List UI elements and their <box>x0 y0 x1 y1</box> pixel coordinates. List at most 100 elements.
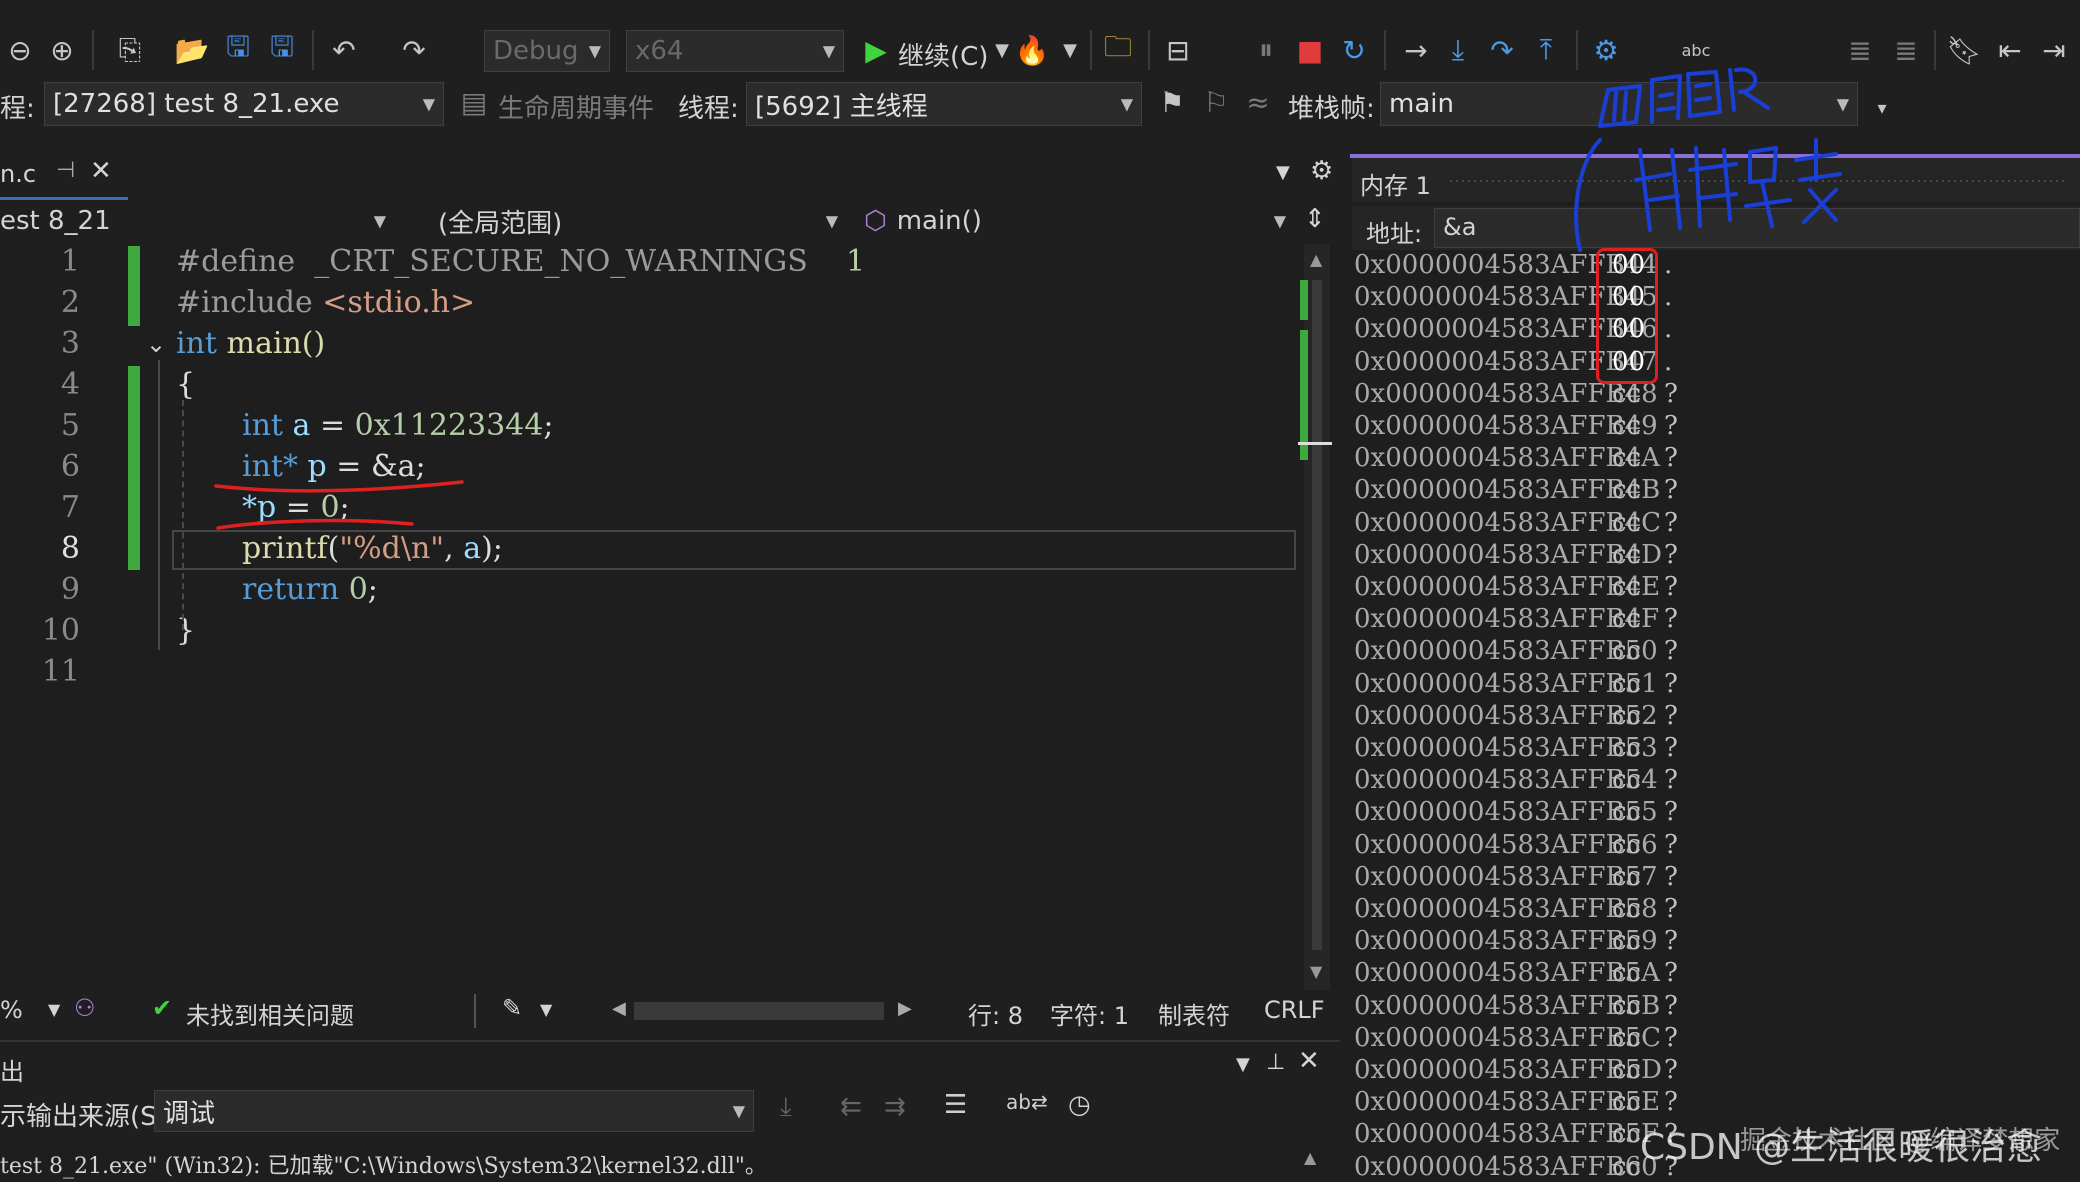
show-next-statement-icon[interactable]: → <box>1396 28 1436 72</box>
next-bookmark-icon[interactable]: ⇥ <box>2034 28 2074 72</box>
flag-icon[interactable]: ⚑ <box>1152 80 1192 124</box>
scroll-left-icon[interactable]: ◀ <box>612 998 626 1019</box>
stop-icon[interactable]: ■ <box>1290 28 1330 72</box>
output-line: test 8_21.exe" (Win32): 已加载"C:\Windows\S… <box>0 1154 767 1179</box>
collapse-chevron-icon[interactable]: ⌄ <box>146 330 166 358</box>
issues-status[interactable]: 未找到相关问题 <box>186 996 354 1031</box>
scroll-up-icon[interactable]: ▲ <box>1310 250 1322 269</box>
memory-byte[interactable]: cc <box>1612 1119 1641 1149</box>
pin-icon[interactable]: ⊣ <box>56 158 75 183</box>
copilot-icon[interactable]: ⚇ <box>74 994 96 1022</box>
chevron-down-icon[interactable]: ▼ <box>1050 28 1090 72</box>
memory-byte[interactable]: cc <box>1612 862 1641 892</box>
scroll-down-icon[interactable]: ▼ <box>1310 962 1322 981</box>
browse-folder-icon[interactable]: 🗀 <box>1098 28 1138 72</box>
clock-icon[interactable]: ◷ <box>1068 1090 1091 1120</box>
memory-byte[interactable]: cc <box>1612 765 1641 795</box>
continue-play-icon[interactable]: ▶ <box>856 28 896 72</box>
lifecycle-events-button[interactable]: 生命周期事件 <box>498 88 654 125</box>
outdent-icon[interactable]: ≣ <box>1886 28 1926 72</box>
memory-byte[interactable]: cc <box>1612 540 1641 570</box>
redo-icon[interactable]: ↷ <box>394 28 434 72</box>
scrollbar-thumb[interactable] <box>1312 280 1322 950</box>
output-source-select[interactable]: 调试 ▼ <box>154 1090 754 1132</box>
bookmark-icon[interactable]: 🔖︎ <box>1944 28 1984 72</box>
editor-tab[interactable]: n.c ⊣ ✕ <box>0 150 128 200</box>
editor-scrollbar[interactable]: ▲ ▼ <box>1298 244 1332 990</box>
scroll-right-icon[interactable]: ▶ <box>898 998 912 1019</box>
chevron-down-icon[interactable]: ▼ <box>540 1000 552 1019</box>
memory-byte[interactable]: cc <box>1612 636 1641 666</box>
hot-reload-icon[interactable]: 🔥 <box>1012 28 1052 72</box>
memory-byte[interactable]: cc <box>1612 1152 1641 1182</box>
code-cleanup-icon[interactable]: ✎ <box>502 994 522 1022</box>
new-project-icon[interactable]: ⎘ <box>110 28 150 72</box>
memory-byte[interactable]: cc <box>1612 733 1641 763</box>
memory-byte[interactable]: cc <box>1612 894 1641 924</box>
memory-byte[interactable]: cc <box>1612 1087 1641 1117</box>
memory-char: . <box>1664 314 1673 345</box>
back-icon[interactable]: ⊖ <box>0 28 40 72</box>
platform-select[interactable]: x64 ▼ <box>626 30 844 72</box>
step-over-icon[interactable]: ↷ <box>1482 28 1522 72</box>
zoom-level[interactable]: % <box>0 996 23 1024</box>
word-wrap-icon[interactable]: ab⇄ <box>1006 1090 1048 1114</box>
pin-icon[interactable]: ⊥ <box>1266 1050 1285 1075</box>
horizontal-scrollbar[interactable] <box>634 1002 884 1020</box>
line-indicator[interactable]: 行: 8 <box>968 996 1023 1031</box>
function-select[interactable]: ⬡ main() ▼ <box>856 202 1294 240</box>
undo-icon[interactable]: ↶ <box>324 28 364 72</box>
memory-byte[interactable]: cc <box>1612 508 1641 538</box>
output-text-area[interactable]: test 8_21.exe" (Win32): 已加载"C:\Windows\S… <box>0 1144 1340 1180</box>
prev-bookmark-icon[interactable]: ⇤ <box>1990 28 2030 72</box>
code-line-9: return 0; <box>242 572 378 607</box>
memory-byte[interactable]: cc <box>1612 991 1641 1021</box>
memory-byte[interactable]: cc <box>1612 572 1641 602</box>
pause-icon[interactable]: ⏸ <box>1246 28 1286 72</box>
process-select[interactable]: [27268] test 8_21.exe ▼ <box>44 82 444 126</box>
gear-icon[interactable]: ⚙ <box>1310 156 1333 186</box>
chevron-down-icon[interactable]: ▼ <box>1236 1054 1250 1075</box>
save-all-icon[interactable]: 🖫 <box>262 28 302 72</box>
memory-byte[interactable]: cc <box>1612 443 1641 473</box>
find-message-icon[interactable]: ⤓ <box>780 1092 792 1123</box>
open-folder-icon[interactable]: 📂 <box>172 28 212 72</box>
indent-mode[interactable]: 制表符 <box>1158 996 1230 1031</box>
prev-message-icon[interactable]: ⇇ <box>840 1092 862 1122</box>
memory-byte[interactable]: cc <box>1612 669 1641 699</box>
configuration-select[interactable]: Debug ▼ <box>484 30 610 72</box>
memory-byte[interactable]: cc <box>1612 475 1641 505</box>
memory-byte[interactable]: cc <box>1612 926 1641 956</box>
memory-byte[interactable]: cc <box>1612 1023 1641 1053</box>
memory-byte[interactable]: cc <box>1612 830 1641 860</box>
continue-button[interactable]: 继续(C) <box>898 36 988 73</box>
memory-byte[interactable]: cc <box>1612 1055 1641 1085</box>
memory-byte[interactable]: cc <box>1612 797 1641 827</box>
chevron-down-icon: ▼ <box>1120 94 1133 114</box>
close-icon[interactable]: ✕ <box>90 156 112 186</box>
scope-select[interactable]: (全局范围) ▼ <box>430 202 846 240</box>
memory-byte[interactable]: cc <box>1612 411 1641 441</box>
memory-byte[interactable]: cc <box>1612 701 1641 731</box>
memory-byte[interactable]: cc <box>1612 958 1641 988</box>
chevron-down-icon[interactable]: ▼ <box>48 1000 60 1019</box>
forward-icon[interactable]: ⊕ <box>42 28 82 72</box>
window-layout-icon[interactable]: ⊟ <box>1158 28 1198 72</box>
step-into-icon[interactable]: ⤓ <box>1438 28 1478 72</box>
char-indicator[interactable]: 字符: 1 <box>1050 996 1129 1031</box>
memory-byte[interactable]: cc <box>1612 604 1641 634</box>
line-number: 10 <box>41 613 80 648</box>
stack-icon[interactable]: ≈ <box>1238 80 1278 124</box>
line-ending[interactable]: CRLF <box>1264 996 1325 1024</box>
scroll-up-icon[interactable]: ▲ <box>1304 1148 1316 1167</box>
close-icon[interactable]: ✕ <box>1298 1046 1320 1076</box>
restart-icon[interactable]: ↻ <box>1334 28 1374 72</box>
next-message-icon[interactable]: ⇉ <box>884 1092 906 1122</box>
clear-all-icon[interactable]: ☰ <box>944 1090 967 1120</box>
save-icon[interactable]: 🖫 <box>218 28 258 72</box>
thread-flag-icon[interactable]: ⚐ <box>1196 80 1236 124</box>
thread-select[interactable]: [5692] 主线程 ▼ <box>746 82 1142 126</box>
project-select[interactable]: est 8_21 ▼ <box>0 202 394 240</box>
tab-dropdown-icon[interactable]: ▼ <box>1276 162 1290 183</box>
split-icon[interactable]: ⇕ <box>1304 204 1326 234</box>
